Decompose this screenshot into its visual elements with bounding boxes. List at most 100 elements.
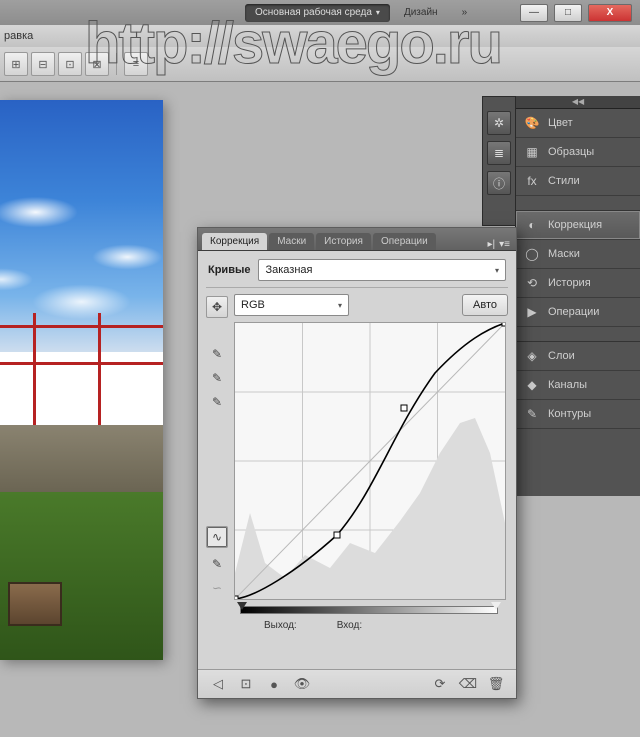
curve-tools-column: ✥ ✎ ✎ ✎ ∿ ✎ ∽ [206,294,228,669]
titlebar: Основная рабочая среда ▾ Дизайн » — □ X [0,0,640,25]
icon-strip: ✲ ≣ ⓘ [482,96,516,226]
adjustments-icon: ◐ [524,217,540,233]
input-label: Вход: [337,620,362,631]
panel-row-channels[interactable]: ◆ Каналы [516,371,640,400]
output-label: Выход: [264,620,297,631]
panel-row-label: Слои [548,350,575,362]
preset-select[interactable]: Заказная ▾ [258,259,506,281]
panel-row-paths[interactable]: ✎ Контуры [516,400,640,429]
right-panel: ◀◀ 🎨 Цвет ▦ Образцы fx Стили ◐ Коррекция… [515,96,640,496]
curve-pencil-tool[interactable]: ✎ [207,556,227,572]
tab-adjustments[interactable]: Коррекция [202,233,267,250]
previous-state-icon[interactable]: ⟳ [430,675,450,693]
panel-row-actions[interactable]: ▶ Операции [516,298,640,327]
tab-expand-icon[interactable]: ▸| [488,239,496,250]
panel-row-label: Маски [548,248,580,260]
masks-icon: ◯ [524,246,540,262]
toolopt-4[interactable]: ⊠ [85,52,109,76]
expand-view-icon[interactable]: ⊡ [236,675,256,693]
eyedropper-gray[interactable]: ✎ [207,370,227,386]
reset-icon[interactable]: ⌫ [458,675,478,693]
panel-row-styles[interactable]: fx Стили [516,167,640,196]
curve-point-tool[interactable]: ∿ [206,526,228,548]
panel-gap [516,327,640,342]
navigator-icon[interactable]: ✲ [487,111,511,135]
panel-row-history[interactable]: ⟲ История [516,269,640,298]
eyedropper-white[interactable]: ✎ [207,394,227,410]
swatches-icon: ▦ [524,144,540,160]
curve-smooth-tool[interactable]: ∽ [207,580,227,596]
toolopt-1[interactable]: ⊞ [4,52,28,76]
return-icon[interactable]: ◁ [208,675,228,693]
channel-value: RGB [241,299,265,311]
styles-icon: fx [524,173,540,189]
white-point-knob[interactable] [491,602,501,615]
panel-row-label: Стили [548,175,580,187]
workspace-more[interactable]: » [452,4,478,22]
panel-row-swatches[interactable]: ▦ Образцы [516,138,640,167]
tool-options-bar: ⊞ ⊟ ⊡ ⊠ ≡ [0,47,640,82]
layers-icon: ◈ [524,348,540,364]
panel-row-label: Каналы [548,379,587,391]
panel-row-adjustments[interactable]: ◐ Коррекция [516,211,640,240]
toggle-visibility-icon[interactable]: 👁 [292,675,312,693]
tab-menu-icon[interactable]: ▾≡ [499,239,510,250]
chevron-down-icon: ▾ [338,301,342,310]
clip-to-layer-icon[interactable]: ● [264,675,284,693]
document-canvas[interactable] [0,100,163,660]
close-button[interactable]: X [588,4,632,22]
panel-row-label: Операции [548,306,599,318]
panel-row-layers[interactable]: ◈ Слои [516,342,640,371]
panel-row-color[interactable]: 🎨 Цвет [516,109,640,138]
eyedropper-black[interactable]: ✎ [207,346,227,362]
actions-icon: ▶ [524,304,540,320]
info-icon[interactable]: ⓘ [487,171,511,195]
history-icon: ⟲ [524,275,540,291]
minimize-button[interactable]: — [520,4,548,22]
adjustments-footer: ◁ ⊡ ● 👁 ⟳ ⌫ 🗑 [198,669,516,698]
panel-row-label: Коррекция [548,219,602,231]
tab-masks[interactable]: Маски [269,233,314,250]
adjustments-tabs: Коррекция Маски История Операции ▸| ▾≡ [198,228,516,251]
auto-button[interactable]: Авто [462,294,508,316]
chevron-down-icon: ▾ [495,266,499,275]
palette-icon: 🎨 [524,115,540,131]
channel-row: RGB ▾ Авто [234,294,508,316]
adjustment-type-row: Кривые Заказная ▾ [198,251,516,285]
adjustment-type-label: Кривые [208,264,250,276]
chevron-down-icon: ▾ [376,8,380,17]
adjustments-panel: Коррекция Маски История Операции ▸| ▾≡ К… [197,227,517,699]
panel-row-label: Цвет [548,117,573,129]
channels-icon: ◆ [524,377,540,393]
workspace-design[interactable]: Дизайн [394,4,448,22]
panel-gap [516,196,640,211]
workspace-active-label: Основная рабочая среда [255,7,372,18]
panel-row-label: Контуры [548,408,591,420]
photo-content [0,100,163,660]
workspace-selector-active[interactable]: Основная рабочая среда ▾ [245,4,390,22]
target-adjust-tool[interactable]: ✥ [206,296,228,318]
maximize-button[interactable]: □ [554,4,582,22]
curves-graph[interactable] [234,322,506,600]
tab-actions[interactable]: Операции [373,233,436,250]
divider [206,287,508,288]
input-slider[interactable] [234,602,504,616]
channel-select[interactable]: RGB ▾ [234,294,349,316]
io-readout: Выход: Вход: [234,616,508,631]
paths-icon: ✎ [524,406,540,422]
trash-icon[interactable]: 🗑 [486,675,506,693]
toolopt-5[interactable]: ≡ [124,52,148,76]
separator [116,53,117,75]
menu-item[interactable]: равка [4,30,33,42]
black-point-knob[interactable] [237,602,247,615]
panel-collapse[interactable]: ◀◀ [516,96,640,109]
panel-row-label: Образцы [548,146,594,158]
menubar: равка [0,25,640,48]
preset-value: Заказная [265,264,312,276]
toolopt-3[interactable]: ⊡ [58,52,82,76]
tab-history[interactable]: История [316,233,371,250]
histogram-icon[interactable]: ≣ [487,141,511,165]
panel-row-masks[interactable]: ◯ Маски [516,240,640,269]
toolopt-2[interactable]: ⊟ [31,52,55,76]
panel-row-label: История [548,277,591,289]
